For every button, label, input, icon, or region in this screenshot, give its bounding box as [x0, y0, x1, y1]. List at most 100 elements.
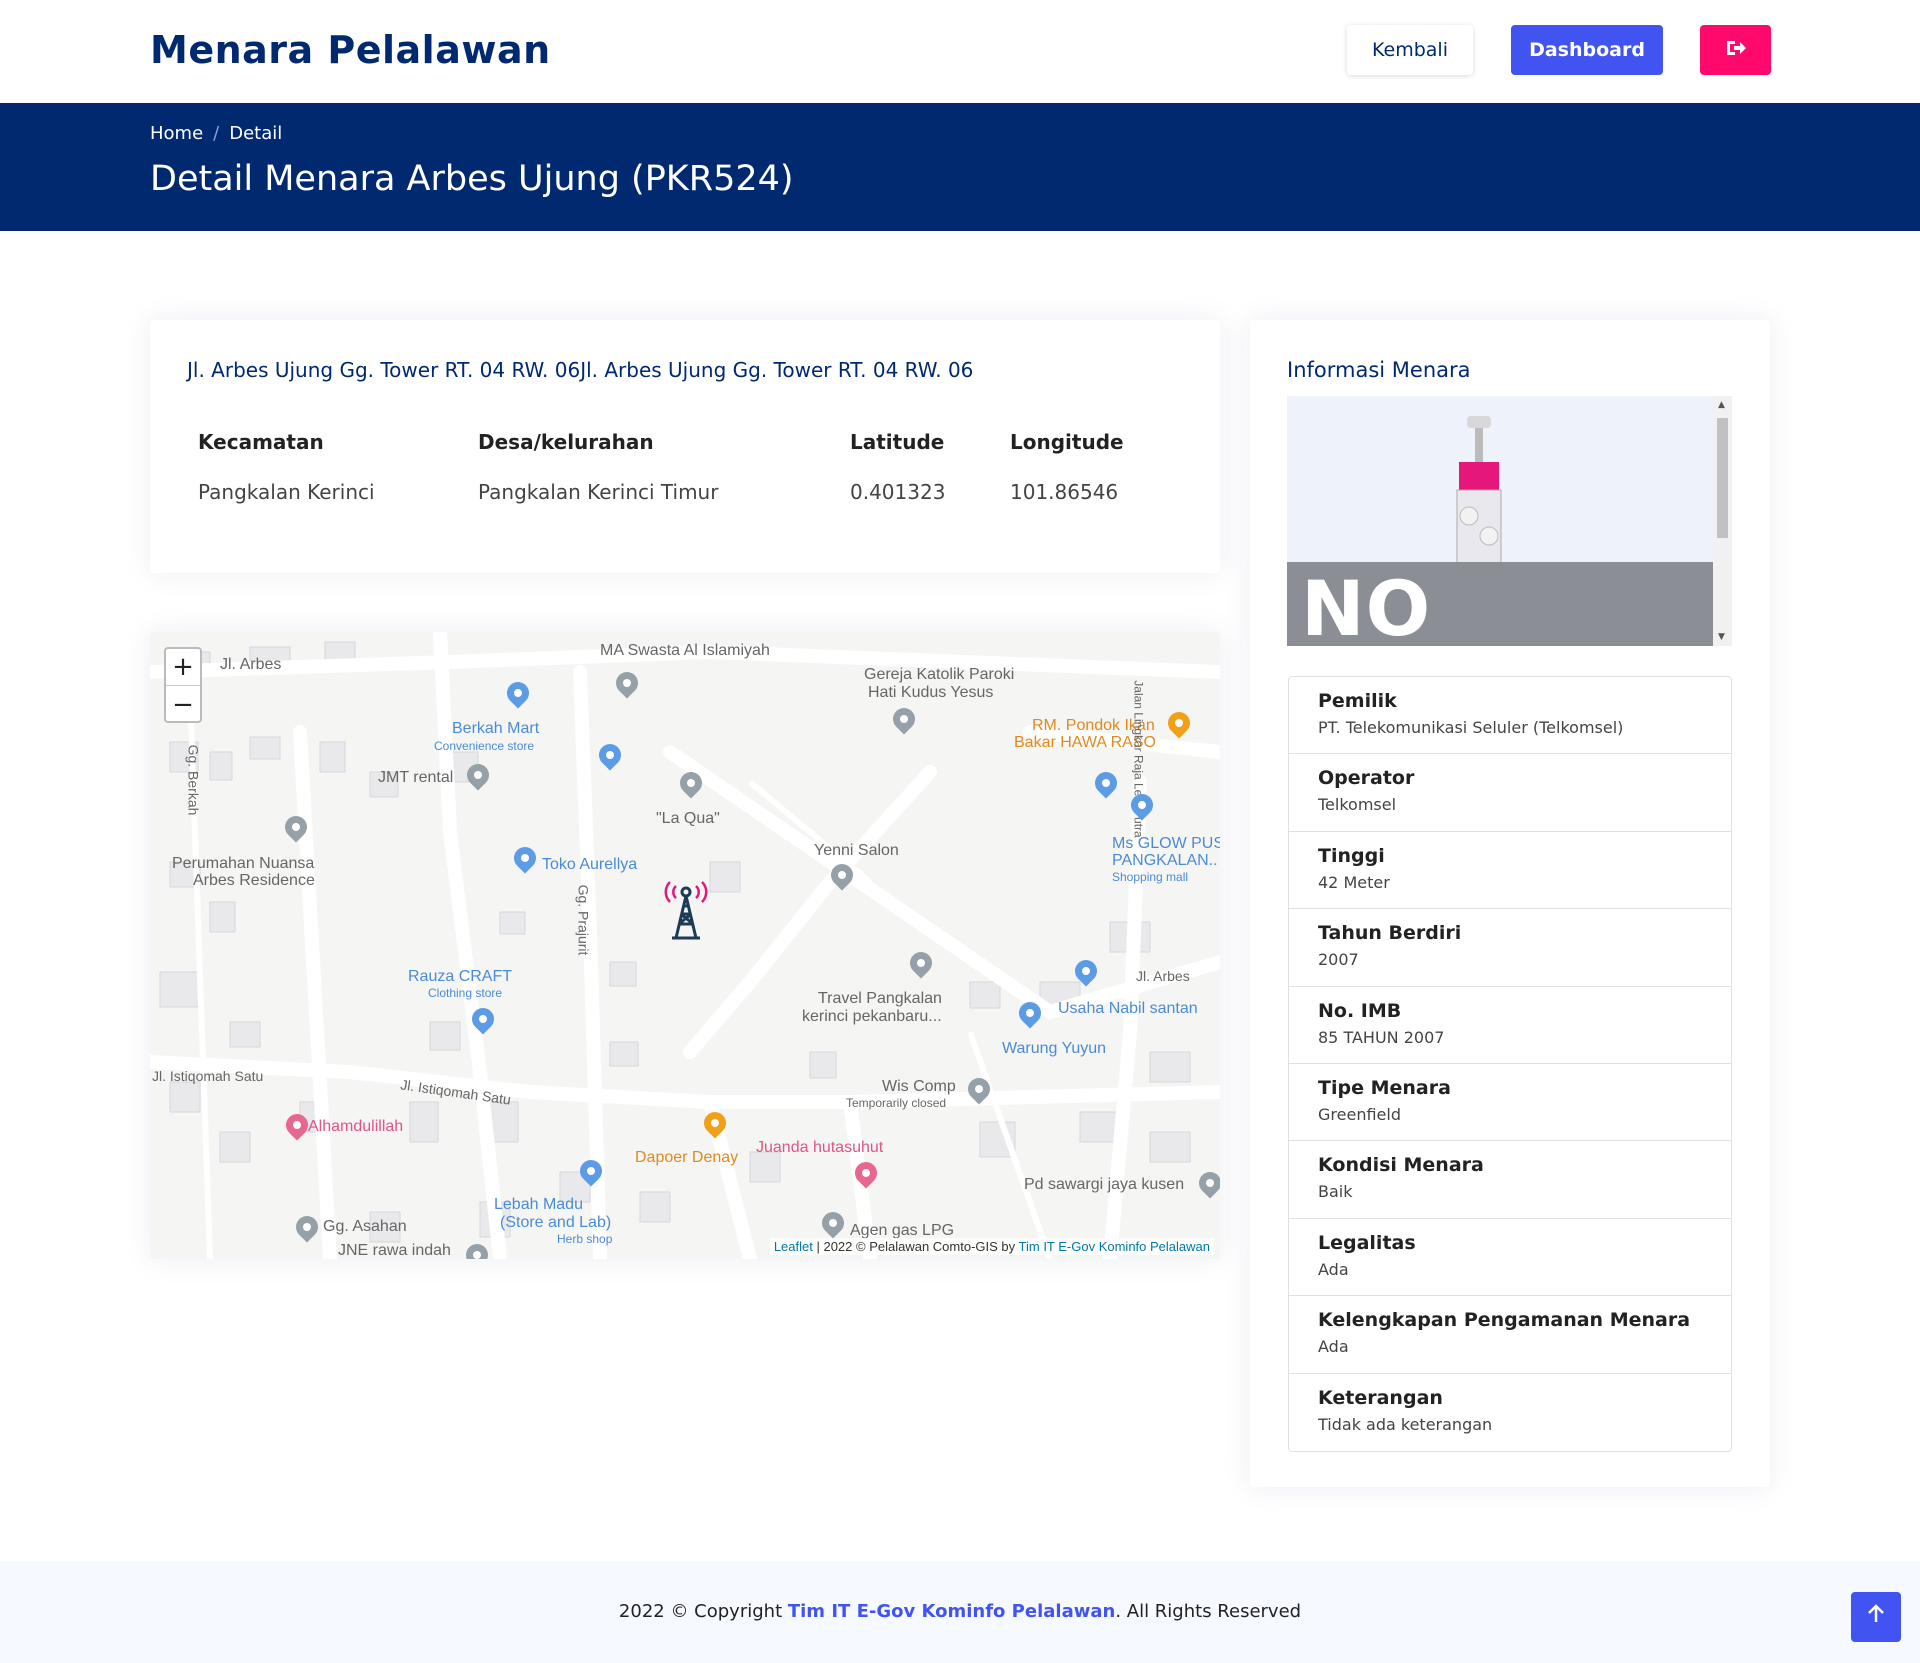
header-desa: Desa/kelurahan: [478, 430, 654, 454]
map-label: Clothing store: [428, 986, 503, 1000]
item-label: No. IMB: [1318, 999, 1402, 1022]
zoom-in-button[interactable]: +: [166, 649, 200, 686]
map-label: Yenni Salon: [814, 842, 899, 859]
copyright-text: 2022 © Copyright Tim IT E-Gov Kominfo Pe…: [0, 1601, 1920, 1622]
scroll-thumb[interactable]: [1717, 418, 1728, 538]
item-value: Baik: [1318, 1182, 1353, 1202]
map-label: (Store and Lab): [500, 1214, 612, 1231]
sign-out-icon: [1725, 38, 1747, 63]
copyright-prefix: 2022 © Copyright: [618, 1601, 788, 1622]
list-item-tinggi: Tinggi 42 Meter: [1289, 832, 1731, 910]
scroll-up-icon[interactable]: ▲: [1718, 400, 1725, 410]
map-label: JMT rental: [378, 769, 454, 786]
map-label: kerinci pekanbaru...: [802, 1008, 942, 1025]
value-desa: Pangkalan Kerinci Timur: [478, 480, 719, 504]
map-label: Lebah Madu: [494, 1196, 583, 1213]
list-item-tahun-berdiri: Tahun Berdiri 2007: [1289, 909, 1731, 987]
list-item-no-imb: No. IMB 85 TAHUN 2007: [1289, 987, 1731, 1064]
item-value: Greenfield: [1318, 1104, 1401, 1124]
item-value: 85 TAHUN 2007: [1318, 1027, 1445, 1047]
tower-icon[interactable]: [662, 876, 710, 942]
page-title: Detail Menara Arbes Ujung (PKR524): [150, 159, 794, 199]
no-photo-text: NO PHOTO: [1301, 564, 1432, 646]
page-footer: 2022 © Copyright Tim IT E-Gov Kominfo Pe…: [0, 1561, 1920, 1663]
attribution-author-link[interactable]: Tim IT E-Gov Kominfo Pelalawan: [1019, 1239, 1210, 1254]
breadcrumb-current: Detail: [229, 123, 283, 144]
map-label: Herb shop: [557, 1232, 613, 1246]
zoom-out-button[interactable]: −: [166, 686, 200, 723]
value-longitude: 101.86546: [1010, 480, 1119, 504]
arrow-up-icon: [1867, 1604, 1885, 1630]
item-value: 42 Meter: [1318, 872, 1390, 892]
value-latitude: 0.401323: [850, 480, 946, 504]
list-item-pengamanan: Kelengkapan Pengamanan Menara Ada: [1289, 1296, 1731, 1374]
back-to-top-button[interactable]: [1851, 1592, 1901, 1642]
header-kecamatan: Kecamatan: [198, 430, 324, 454]
map-label: Warung Yuyun: [1002, 1040, 1107, 1057]
item-value: PT. Telekomunikasi Seluler (Telkomsel): [1318, 718, 1624, 737]
item-label: Tipe Menara: [1318, 1076, 1451, 1099]
item-label: Legalitas: [1318, 1231, 1416, 1254]
location-card: Jl. Arbes Ujung Gg. Tower RT. 04 RW. 06J…: [150, 320, 1220, 573]
map-label: Gg. Asahan: [323, 1218, 407, 1235]
dashboard-button[interactable]: Dashboard: [1511, 25, 1663, 75]
page-hero: Home / Detail Detail Menara Arbes Ujung (P…: [0, 103, 1920, 231]
back-button[interactable]: Kembali: [1347, 25, 1473, 75]
header-latitude: Latitude: [850, 430, 945, 454]
photo-scrollbar[interactable]: ▲ ▼: [1713, 396, 1732, 646]
item-value: Tidak ada keterangan: [1318, 1414, 1493, 1434]
map-attribution: Leaflet | 2022 © Pelalawan Comto-GIS by …: [769, 1238, 1214, 1255]
list-item-pemilik: Pemilik PT. Telekomunikasi Seluler (Telko…: [1289, 677, 1731, 755]
item-value: Ada: [1318, 1337, 1349, 1357]
map-label: Arbes Residence: [193, 872, 315, 889]
zoom-control: + −: [164, 647, 202, 723]
item-value: Ada: [1318, 1259, 1349, 1279]
item-label: Pemilik: [1318, 690, 1397, 712]
map-label: Jl. Arbes: [220, 656, 282, 673]
map-label: Temporarily closed: [846, 1096, 947, 1110]
map-label: Rauza CRAFT: [408, 968, 513, 985]
breadcrumb-home[interactable]: Home: [150, 123, 203, 144]
info-title: Informasi Menara: [1287, 358, 1471, 382]
copyright-suffix: . All Rights Reserved: [1115, 1601, 1302, 1622]
logout-button[interactable]: [1700, 25, 1771, 75]
item-label: Kondisi Menara: [1318, 1154, 1484, 1177]
brand-title[interactable]: Menara Pelalawan: [150, 28, 551, 72]
map-label: "La Qua": [656, 810, 720, 827]
scroll-down-icon[interactable]: ▼: [1718, 632, 1725, 642]
map-label: Gg. Berkah: [185, 744, 202, 816]
map-label: Perumahan Nuansa: [172, 855, 315, 872]
map-label: PANGKALAN..: [1112, 852, 1218, 869]
item-label: Kelengkapan Pengamanan Menara: [1318, 1309, 1691, 1332]
map-label: Toko Aurellya: [542, 856, 638, 873]
copyright-owner: Tim IT E-Gov Kominfo Pelalawan: [787, 1601, 1116, 1622]
item-label: Tahun Berdiri: [1318, 922, 1462, 945]
map-label: Travel Pangkalan: [818, 990, 942, 1007]
item-label: Operator: [1318, 767, 1415, 790]
map-label: Gg. Prajurit: [575, 884, 592, 956]
map-label: Shopping mall: [1112, 870, 1189, 884]
address-text: Jl. Arbes Ujung Gg. Tower RT. 04 RW. 06J…: [187, 358, 974, 382]
breadcrumb: Home / Detail: [150, 123, 282, 144]
map-label: JNE rawa indah: [338, 1242, 451, 1259]
map-label: Jl. Arbes: [1136, 968, 1190, 984]
list-item-keterangan: Keterangan Tidak ada keterangan: [1289, 1374, 1731, 1451]
map-label: Juanda hutasuhut: [756, 1139, 884, 1156]
top-header: Menara Pelalawan Kembali Dashboard: [0, 0, 1920, 103]
breadcrumb-separator: /: [213, 123, 220, 144]
leaflet-link[interactable]: Leaflet: [774, 1239, 813, 1254]
map-label: Dapoer Denay: [635, 1149, 739, 1166]
header-longitude: Longitude: [1010, 430, 1124, 454]
map-view[interactable]: + − MA Swasta Al Islamiyah Jl. Arbes Ger…: [150, 632, 1220, 1259]
list-item-operator: Operator Telkomsel: [1289, 754, 1731, 832]
map-label: Gereja Katolik Paroki: [864, 666, 1015, 683]
map-label: Hati Kudus Yesus: [868, 684, 994, 701]
map-label: Ms GLOW PUS: [1112, 835, 1220, 852]
item-value: 2007: [1318, 950, 1359, 970]
list-item-tipe-menara: Tipe Menara Greenfield: [1289, 1064, 1731, 1142]
tower-photo: NO PHOTO ▲ ▼: [1287, 396, 1732, 646]
value-kecamatan: Pangkalan Kerinci: [198, 480, 375, 504]
list-item-legalitas: Legalitas Ada: [1289, 1219, 1731, 1297]
map-label: Usaha Nabil santan: [1058, 1000, 1198, 1017]
map-label: Berkah Mart: [452, 720, 540, 737]
